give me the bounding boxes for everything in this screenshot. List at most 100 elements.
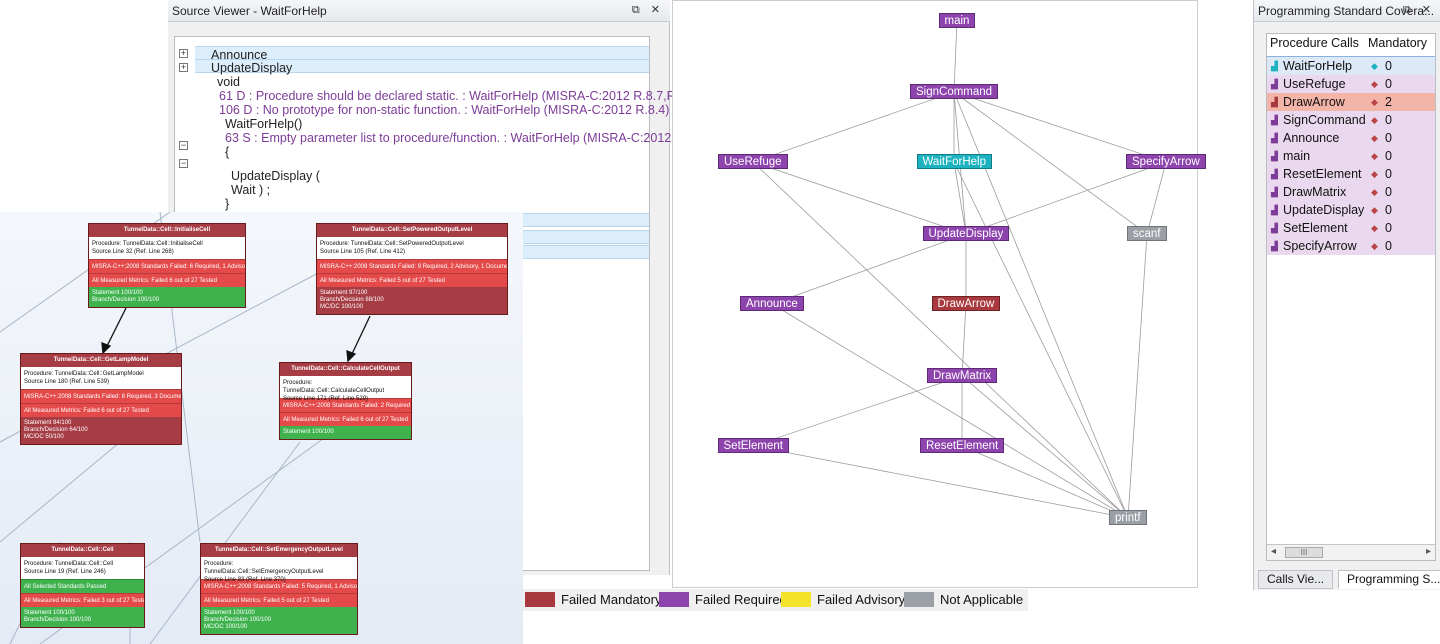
- procedure-calls-table[interactable]: Procedure Calls Mandatory ▟ WaitForHelp ◆ 0…: [1266, 33, 1436, 561]
- graph-node-userefuge[interactable]: UseRefuge: [718, 154, 788, 169]
- diamond-icon: ◆: [1371, 61, 1378, 71]
- node-metrics-status: All Measured Metrics: Failed 5 out of 27…: [201, 593, 357, 607]
- legend-item: Failed Advisory: [781, 592, 905, 608]
- legend-swatch: [904, 592, 934, 607]
- coverage-line: MC/DC 100/100: [204, 624, 248, 630]
- node-body: Procedure: TunnelData::Cell::SetEmergenc…: [201, 557, 357, 583]
- node-procedure: Procedure: TunnelData::Cell::Cell: [24, 561, 114, 567]
- graph-node-main[interactable]: main: [938, 13, 976, 28]
- node-coverage-stats: Statement 100/100 Branch/Decision 100/100…: [201, 607, 357, 634]
- scroll-left-icon[interactable]: ◂: [1271, 546, 1276, 557]
- graph-edge: [752, 161, 1129, 519]
- flowgraph-node[interactable]: TunnelData::Cell::CalculateCellOutput Pro…: [279, 362, 412, 440]
- coverage-line: Statement 100/100: [92, 290, 143, 296]
- panel-window-controls[interactable]: ⧉ ✕: [1403, 3, 1435, 17]
- flowgraph-node[interactable]: TunnelData::Cell::GetLampModel Procedure:…: [20, 353, 182, 445]
- code-line: UpdateDisplay: [211, 61, 293, 75]
- flowgraph-node[interactable]: TunnelData::Cell::SetEmergencyOutputLeve…: [200, 543, 358, 635]
- code-line: 63 S : Empty parameter list to procedure…: [225, 131, 709, 145]
- table-row[interactable]: ▟ SignCommand ◆ 0: [1267, 111, 1435, 129]
- node-metrics-status: All Measured Metrics: Failed 3 out of 27…: [21, 593, 144, 607]
- table-row[interactable]: ▟ SetElement ◆ 0: [1267, 219, 1435, 237]
- node-procedure: Procedure: TunnelData::Cell::CalculateCe…: [283, 380, 385, 394]
- node-body: Procedure: TunnelData::Cell::GetLampMode…: [21, 367, 181, 389]
- table-row[interactable]: ▟ Announce ◆ 0: [1267, 129, 1435, 147]
- procedure-icon: ▟: [1271, 241, 1278, 251]
- table-row[interactable]: ▟ SpecifyArrow ◆ 0: [1267, 237, 1435, 255]
- graph-node-drawarrow[interactable]: DrawArrow: [931, 296, 1001, 311]
- code-line: 106 D : No prototype for non-static func…: [219, 103, 670, 117]
- coverage-line: Branch/Decision 100/100: [92, 297, 160, 303]
- graph-edge: [771, 303, 1129, 519]
- tab-calls-view[interactable]: Calls Vie...: [1258, 570, 1334, 589]
- legend-swatch: [525, 592, 555, 607]
- coverage-line: Branch/Decision 88/100: [320, 297, 384, 303]
- graph-node-drawmatrix[interactable]: DrawMatrix: [927, 368, 998, 383]
- scroll-thumb[interactable]: III: [1285, 547, 1323, 558]
- coverage-line: Statement 84/100: [24, 420, 72, 426]
- call-graph[interactable]: main SignCommand UseRefuge WaitForHelp Speci…: [672, 0, 1206, 588]
- table-row[interactable]: ▟ UseRefuge ◆ 0: [1267, 75, 1435, 93]
- table-row[interactable]: ▟ UpdateDisplay ◆ 0: [1267, 201, 1435, 219]
- code-line: Wait ) ;: [231, 183, 271, 197]
- node-procedure: Procedure: TunnelData::Cell::SetPoweredO…: [320, 241, 464, 247]
- procedure-name: DrawArrow: [1283, 95, 1345, 109]
- diamond-icon: ◆: [1371, 169, 1378, 179]
- node-coverage-stats: Statement 100/100 Branch/Decision 100/100: [89, 287, 245, 307]
- node-title: TunnelData::Cell::Cell: [21, 544, 144, 557]
- panel-window-controls[interactable]: ⧉ ✕: [632, 3, 664, 17]
- mandatory-count: 0: [1385, 59, 1392, 73]
- graph-node-resetelement[interactable]: ResetElement: [920, 438, 1005, 453]
- legend-label: Failed Mandatory: [561, 592, 662, 607]
- table-row[interactable]: ▟ DrawMatrix ◆ 0: [1267, 183, 1435, 201]
- graph-node-signcommand[interactable]: SignCommand: [910, 84, 999, 99]
- table-row[interactable]: ▟ ResetElement ◆ 0: [1267, 165, 1435, 183]
- graph-node-setelement[interactable]: SetElement: [717, 438, 789, 453]
- flowgraph-node[interactable]: TunnelData::Cell::InitialiseCell Procedur…: [88, 223, 246, 308]
- graph-edge: [771, 233, 967, 305]
- legend-swatch: [781, 592, 811, 607]
- procedure-name: SignCommand: [1283, 113, 1366, 127]
- graph-node-printf[interactable]: printf: [1109, 510, 1147, 525]
- graph-node-announce[interactable]: Announce: [740, 296, 804, 311]
- table-horizontal-scrollbar[interactable]: ◂ III ▸: [1267, 544, 1435, 560]
- fold-toggle-icon[interactable]: −: [179, 159, 188, 168]
- graph-node-specifyarrow[interactable]: SpecifyArrow: [1126, 154, 1206, 169]
- procedure-name: UseRefuge: [1283, 77, 1346, 91]
- graph-edge: [961, 303, 967, 377]
- node-title: TunnelData::Cell::SetPoweredOutputLevel: [317, 224, 507, 237]
- flowgraph-node[interactable]: TunnelData::Cell::CellProcedure: TunnelD…: [20, 543, 145, 628]
- node-source-line: Source Line 19 (Ref. Line 246): [24, 569, 106, 575]
- tunnel-data-flowgraph[interactable]: TunnelData::Cell::InitialiseCell Procedur…: [0, 212, 523, 644]
- coverage-line: Branch/Decision 64/100: [24, 427, 88, 433]
- std-panel-title-bar[interactable]: Programming Standard Covera... ⧉ ✕: [1254, 0, 1440, 22]
- node-standards-status: All Selected Standards Passed: [21, 579, 144, 593]
- scroll-right-icon[interactable]: ▸: [1426, 546, 1431, 557]
- node-procedure: Procedure: TunnelData::Cell::SetEmergenc…: [204, 561, 324, 575]
- mandatory-count: 0: [1385, 77, 1392, 91]
- procedure-name: ResetElement: [1283, 167, 1362, 181]
- legend-swatch: [659, 592, 689, 607]
- source-viewer-title-bar[interactable]: Source Viewer - WaitForHelp ⧉ ✕: [168, 0, 670, 22]
- table-row[interactable]: ▟ DrawArrow ◆ 2: [1267, 93, 1435, 111]
- fold-toggle-icon[interactable]: +: [179, 63, 188, 72]
- node-standards-status: MISRA-C++:2008 Standards Failed: 8 Requi…: [21, 389, 181, 403]
- flowgraph-node[interactable]: TunnelData::Cell::SetPoweredOutputLevelP…: [316, 223, 508, 315]
- table-row[interactable]: ▟ WaitForHelp ◆ 0: [1267, 56, 1435, 76]
- tab-programming-standard[interactable]: Programming S...: [1338, 570, 1440, 589]
- graph-node-updatedisplay[interactable]: UpdateDisplay: [922, 226, 1010, 241]
- programming-standard-panel: Programming Standard Covera... ⧉ ✕ Proce…: [1253, 0, 1440, 590]
- fold-toggle-icon[interactable]: +: [179, 49, 188, 58]
- coverage-line: Statement 100/100: [204, 610, 255, 616]
- fold-toggle-icon[interactable]: −: [179, 141, 188, 150]
- node-title: TunnelData::Cell::SetEmergencyOutputLeve…: [201, 544, 357, 557]
- node-source-line: Source Line 32 (Ref. Line 268): [92, 249, 174, 255]
- coverage-line: MC/DC 50/100: [24, 434, 64, 440]
- legend-item: Failed Mandatory: [525, 592, 661, 608]
- graph-node-scanf[interactable]: scanf: [1127, 226, 1167, 241]
- table-row[interactable]: ▟ main ◆ 0: [1267, 147, 1435, 165]
- column-header-mandatory[interactable]: Mandatory: [1368, 36, 1427, 50]
- graph-node-waitforhelp[interactable]: WaitForHelp: [916, 154, 992, 169]
- column-header-procedure-calls[interactable]: Procedure Calls: [1270, 36, 1359, 50]
- mandatory-count: 0: [1385, 239, 1392, 253]
